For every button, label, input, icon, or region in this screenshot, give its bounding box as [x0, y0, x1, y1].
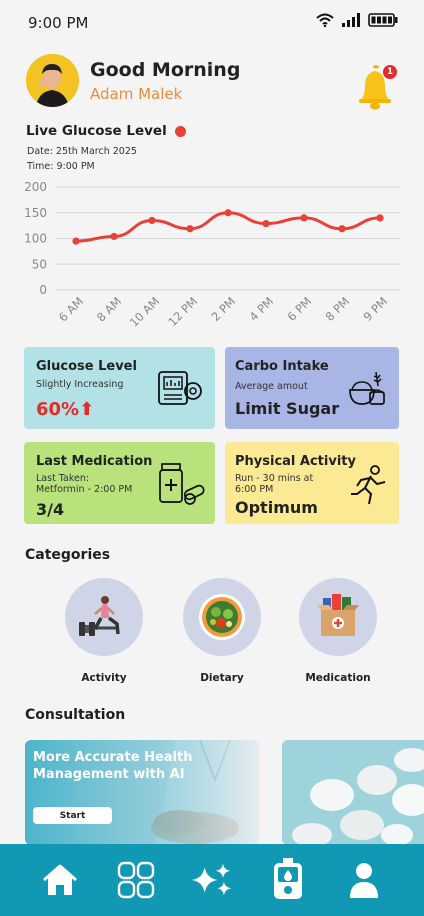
chart-x-tick-label: 6 PM: [285, 294, 315, 324]
notification-button[interactable]: 1: [354, 64, 398, 110]
medicine-box-icon: [317, 594, 359, 636]
glucose-date: Date: 25th March 2025: [27, 146, 137, 157]
card-title: Carbo Intake: [235, 359, 329, 374]
chart-x-tick-label: 2 PM: [209, 294, 239, 324]
chart-point: [72, 237, 80, 245]
chart-x-tick-label: 10 AM: [127, 294, 162, 329]
consultation-title: Consultation: [25, 707, 126, 723]
glucose-title-text: Live Glucose Level: [26, 123, 167, 139]
battery-icon: [368, 13, 398, 27]
glucose-title: Live Glucose Level: [26, 123, 186, 139]
card-title: Physical Activity: [235, 454, 356, 469]
category-label: Activity: [81, 672, 127, 684]
home-icon: [43, 864, 77, 895]
user-name: Adam Malek: [90, 85, 183, 103]
card-subtitle-2: 6:00 PM: [235, 484, 274, 495]
category-activity-image: [65, 578, 143, 656]
status-time: 9:00 PM: [28, 14, 89, 32]
card-title: Last Medication: [36, 454, 153, 469]
glucose-chart: 0 50 100 150 200 6 AM 8 AM 10 AM 12 PM 2 PM 4 PM 6 …: [24, 180, 400, 330]
profile-icon: [350, 863, 378, 898]
chart-series-line: [74, 211, 382, 243]
ai-banner-text: More Accurate Health Management with AI: [33, 750, 193, 782]
chart-point: [262, 219, 270, 228]
category-dietary-image: [183, 578, 261, 656]
notification-badge: 1: [383, 65, 397, 79]
greeting-text: Good Morning: [90, 59, 241, 81]
notification-count: 1: [386, 67, 394, 77]
chart-x-tick-label: 8 AM: [94, 294, 124, 324]
chart-x-tick-label: 9 PM: [361, 294, 391, 324]
signal-icon: [342, 13, 360, 27]
chart-x-tick-label: 6 AM: [56, 294, 86, 324]
glucose-percent-value: 60%⬆: [36, 399, 94, 420]
chart-x-tick-label: 8 PM: [323, 294, 353, 324]
chart-y-tick-label: 50: [32, 257, 47, 271]
card-subtitle-1: Run - 30 mins at: [235, 473, 314, 484]
salad-bowl-icon: [199, 594, 245, 640]
pills-bottle-icon: [159, 463, 205, 505]
chart-y-tick-label: 200: [24, 180, 47, 194]
pills-image: [282, 740, 424, 845]
category-activity[interactable]: Activity: [65, 578, 143, 684]
glucose-time: Time: 9:00 PM: [27, 161, 95, 172]
card-value: Optimum: [235, 498, 318, 517]
nav-glucose[interactable]: [266, 858, 310, 902]
chart-x-tick-label: 12 PM: [165, 294, 200, 329]
sparkles-icon: [191, 863, 232, 896]
nav-profile[interactable]: [342, 858, 386, 902]
carbo-intake-card[interactable]: Carbo Intake Average amout Limit Sugar: [225, 347, 399, 429]
chart-point: [186, 225, 194, 233]
glucose-percent: 60%: [36, 399, 80, 420]
card-subtitle: Average amout: [235, 381, 308, 392]
categories-title: Categories: [25, 547, 111, 563]
nav-ai[interactable]: [190, 858, 234, 902]
card-subtitle-1: Last Taken:: [36, 473, 90, 484]
category-label: Dietary: [200, 672, 244, 684]
card-value: 3/4: [36, 500, 65, 519]
chart-point: [338, 225, 346, 233]
chart-point: [376, 214, 384, 222]
chart-point: [300, 214, 308, 222]
category-medication-image: [299, 578, 377, 656]
card-subtitle-2: Metformin - 2:00 PM: [36, 484, 133, 495]
wifi-icon: [316, 13, 334, 27]
glucose-level-card[interactable]: Glucose Level Slightly Increasing 60%⬆: [24, 347, 215, 429]
grain-food-icon: [349, 371, 385, 405]
running-person-icon: [351, 465, 386, 505]
card-subtitle: Slightly Increasing: [36, 379, 124, 390]
chart-point: [148, 216, 156, 225]
start-button[interactable]: Start: [33, 807, 112, 824]
category-label: Medication: [305, 672, 371, 684]
avatar[interactable]: [26, 54, 79, 107]
up-arrow-icon: ⬆: [79, 399, 95, 420]
category-medication[interactable]: Medication: [299, 578, 377, 684]
glucose-meter-icon: [158, 371, 202, 405]
chart-point: [224, 209, 232, 217]
status-icons: [316, 13, 398, 27]
card-value: Limit Sugar: [235, 399, 340, 418]
last-medication-card[interactable]: Last Medication Last Taken: Metformin - …: [24, 442, 215, 524]
physical-activity-card[interactable]: Physical Activity Run - 30 mins at 6:00 …: [225, 442, 399, 524]
exercise-icon: [79, 596, 120, 636]
chart-y-tick-label: 150: [24, 206, 47, 220]
glucose-meter-icon: [274, 858, 302, 899]
header: Good Morning Adam Malek 1: [26, 54, 398, 110]
chart-y-tick-label: 100: [24, 232, 47, 246]
live-indicator-icon: [174, 125, 186, 137]
status-bar: 9:00 PM: [0, 0, 424, 46]
grid-icon: [117, 861, 155, 899]
category-dietary[interactable]: Dietary: [183, 578, 261, 684]
chart-y-tick-label: 0: [39, 283, 47, 297]
chart-point: [110, 232, 118, 241]
nav-home[interactable]: [38, 858, 82, 902]
nav-apps[interactable]: [114, 858, 158, 902]
pills-consult-banner[interactable]: [282, 740, 424, 845]
ai-consult-banner[interactable]: More Accurate Health Management with AI …: [25, 740, 259, 845]
bottom-nav: [0, 844, 424, 916]
card-title: Glucose Level: [36, 359, 137, 374]
chart-x-tick-label: 4 PM: [247, 294, 277, 324]
